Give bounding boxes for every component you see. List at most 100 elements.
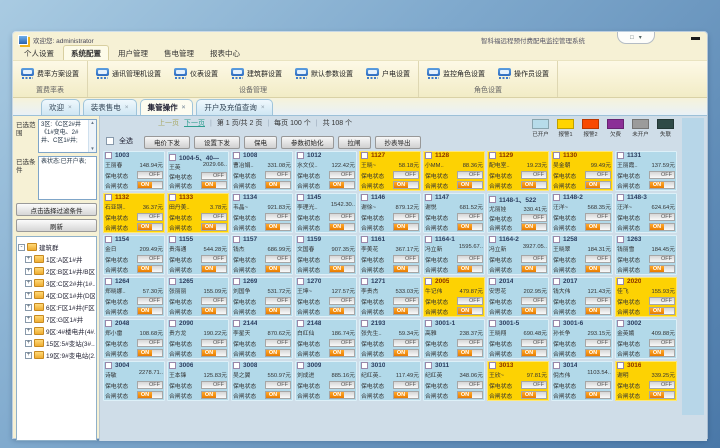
expand-icon[interactable]: + xyxy=(25,280,32,287)
meter-checkbox[interactable] xyxy=(297,320,304,327)
menu-item-3[interactable]: 用户管理 xyxy=(111,46,155,60)
breaker-toggle[interactable]: ON xyxy=(201,307,227,315)
meter-card[interactable]: 1161李美花367.17元保电状态OFF合闸状态ON xyxy=(359,235,421,275)
power-hold-toggle[interactable]: OFF xyxy=(393,381,419,389)
power-hold-toggle[interactable]: OFF xyxy=(521,339,547,347)
meter-checkbox[interactable] xyxy=(553,320,560,327)
prev-page-link[interactable]: 上一页 xyxy=(158,118,179,128)
meter-card[interactable]: 1263钱丽雪184.45元保电状态OFF合闸状态ON xyxy=(615,235,677,275)
ribbon-button[interactable]: 户电设置 xyxy=(364,67,412,80)
power-hold-toggle[interactable]: OFF xyxy=(329,297,355,305)
breaker-toggle[interactable]: ON xyxy=(521,307,547,315)
ribbon-button[interactable]: 仪表设置 xyxy=(172,67,220,80)
toolbar-button-6[interactable]: 抄表导出 xyxy=(375,136,421,149)
menu-item-5[interactable]: 报表中心 xyxy=(203,46,247,60)
power-hold-toggle[interactable]: OFF xyxy=(393,213,419,221)
tab-close-icon[interactable]: × xyxy=(182,104,186,111)
tree-node[interactable]: +1区:A区1#井 xyxy=(18,254,95,264)
tree-node[interactable]: +9区:4#楼电井(4#.. xyxy=(18,326,95,336)
meter-checkbox[interactable] xyxy=(489,320,496,327)
tab-close-icon[interactable]: × xyxy=(68,104,72,111)
power-hold-toggle[interactable]: OFF xyxy=(201,297,227,305)
meter-checkbox[interactable] xyxy=(169,236,176,243)
power-hold-toggle[interactable]: OFF xyxy=(457,213,483,221)
breaker-toggle[interactable]: ON xyxy=(649,265,675,273)
breaker-toggle[interactable]: ON xyxy=(457,181,483,189)
meter-card[interactable]: 1155贵海通544.28元保电状态OFF合闸状态ON xyxy=(167,235,229,275)
ribbon-button[interactable]: 操作员设置 xyxy=(496,67,551,80)
tab-close-icon[interactable]: × xyxy=(125,104,129,111)
meter-card[interactable]: 2148白红仙186.74元保电状态OFF合闸状态ON xyxy=(295,319,357,359)
breaker-toggle[interactable]: ON xyxy=(201,181,227,189)
breaker-toggle[interactable]: ON xyxy=(649,391,675,399)
meter-card[interactable]: 3010纪红英..117.49元保电状态OFF合闸状态ON xyxy=(359,361,421,401)
power-hold-toggle[interactable]: OFF xyxy=(265,381,291,389)
power-hold-toggle[interactable]: OFF xyxy=(457,339,483,347)
ribbon-button[interactable]: 通讯管理机设置 xyxy=(94,67,163,80)
breaker-toggle[interactable]: ON xyxy=(137,265,163,273)
breaker-toggle[interactable]: ON xyxy=(585,181,611,189)
power-hold-toggle[interactable]: OFF xyxy=(201,255,227,263)
meter-card[interactable]: 3013王欣~97.81元保电状态OFF合闸状态ON xyxy=(487,361,549,401)
breaker-toggle[interactable]: ON xyxy=(329,391,355,399)
meter-checkbox[interactable] xyxy=(105,236,112,243)
power-hold-toggle[interactable]: OFF xyxy=(521,297,547,305)
breaker-toggle[interactable]: ON xyxy=(329,307,355,315)
power-hold-toggle[interactable]: OFF xyxy=(585,255,611,263)
breaker-toggle[interactable]: ON xyxy=(649,349,675,357)
meter-checkbox[interactable] xyxy=(233,152,240,159)
breaker-toggle[interactable]: ON xyxy=(521,349,547,357)
meter-card[interactable]: 1164-1冯立新1595.67..保电状态OFF合闸状态ON xyxy=(423,235,485,275)
power-hold-toggle[interactable]: OFF xyxy=(329,171,355,179)
window-controls-pill[interactable]: □ ▾ xyxy=(617,32,655,44)
power-hold-toggle[interactable]: OFF xyxy=(329,381,355,389)
meter-checkbox[interactable] xyxy=(169,194,176,201)
breaker-toggle[interactable]: ON xyxy=(265,391,291,399)
toolbar-button-3[interactable]: 保电 xyxy=(244,136,277,149)
breaker-toggle[interactable]: ON xyxy=(585,349,611,357)
meter-checkbox[interactable] xyxy=(169,154,176,161)
breaker-toggle[interactable]: ON xyxy=(649,307,675,315)
meter-card[interactable]: 2017钱大伟121.43元保电状态OFF合闸状态ON xyxy=(551,277,613,317)
meter-checkbox[interactable] xyxy=(617,236,624,243)
tree-root[interactable]: -建筑群 xyxy=(18,242,95,252)
breaker-toggle[interactable]: ON xyxy=(521,223,547,231)
power-hold-toggle[interactable]: OFF xyxy=(585,171,611,179)
meter-card[interactable]: 1269刘国争531.72元保电状态OFF合闸状态ON xyxy=(231,277,293,317)
scope-box[interactable]: 3区:《C区2#井《1#变电、2#井、C区1#井; ▲ ▼ xyxy=(38,119,97,153)
ribbon-button[interactable]: 监控角色设置 xyxy=(425,67,487,80)
tab-close-icon[interactable]: × xyxy=(261,104,265,111)
power-hold-toggle[interactable]: OFF xyxy=(265,213,291,221)
breaker-toggle[interactable]: ON xyxy=(585,223,611,231)
breaker-toggle[interactable]: ON xyxy=(329,349,355,357)
meter-checkbox[interactable] xyxy=(105,194,112,201)
meter-card[interactable]: 1145李理光..1542.30..保电状态OFF合闸状态ON xyxy=(295,193,357,233)
meter-checkbox[interactable] xyxy=(617,362,624,369)
meter-checkbox[interactable] xyxy=(361,194,368,201)
meter-checkbox[interactable] xyxy=(361,236,368,243)
select-all-checkbox[interactable] xyxy=(106,137,114,145)
breaker-toggle[interactable]: ON xyxy=(585,391,611,399)
meter-checkbox[interactable] xyxy=(105,278,112,285)
toolbar-button-1[interactable]: 电价下发 xyxy=(144,136,190,149)
breaker-toggle[interactable]: ON xyxy=(649,223,675,231)
power-hold-toggle[interactable]: OFF xyxy=(585,297,611,305)
power-hold-toggle[interactable]: OFF xyxy=(137,171,163,179)
meter-checkbox[interactable] xyxy=(297,236,304,243)
expand-icon[interactable]: + xyxy=(25,328,32,335)
meter-checkbox[interactable] xyxy=(105,152,112,159)
meter-card[interactable]: 1159文国春907.35元保电状态OFF合闸状态ON xyxy=(295,235,357,275)
meter-checkbox[interactable] xyxy=(617,278,624,285)
meter-checkbox[interactable] xyxy=(489,196,496,203)
meter-card[interactable]: 1012水文仪..122.42元保电状态OFF合闸状态ON xyxy=(295,151,357,191)
meter-card[interactable]: 1132石亚铜..36.37元保电状态OFF合闸状态ON xyxy=(103,193,165,233)
meter-card[interactable]: 1128小MM..88.36元保电状态OFF合闸状态ON xyxy=(423,151,485,191)
power-hold-toggle[interactable]: OFF xyxy=(521,255,547,263)
meter-card[interactable]: 1148-2汪洋~568.35元保电状态OFF合闸状态ON xyxy=(551,193,613,233)
breaker-toggle[interactable]: ON xyxy=(457,349,483,357)
meter-checkbox[interactable] xyxy=(361,362,368,369)
meter-card[interactable]: 3009刘成进885.16元保电状态OFF合闸状态ON xyxy=(295,361,357,401)
breaker-toggle[interactable]: ON xyxy=(265,181,291,189)
meter-card[interactable]: 1148-3汪洋~624.64元保电状态OFF合闸状态ON xyxy=(615,193,677,233)
power-hold-toggle[interactable]: OFF xyxy=(649,381,675,389)
